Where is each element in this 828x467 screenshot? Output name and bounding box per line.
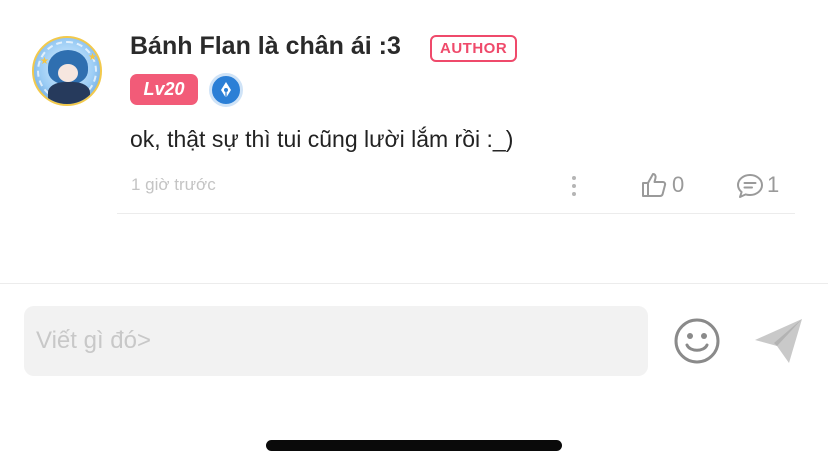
comment-bubble-icon[interactable]	[736, 172, 764, 200]
more-vertical-icon[interactable]	[564, 174, 584, 198]
avatar[interactable]: ★ ★	[32, 36, 102, 106]
avatar-face	[58, 64, 78, 82]
comment-input-placeholder: Viết gì đó>	[36, 327, 151, 354]
avatar-body	[48, 82, 90, 104]
thumbs-up-icon[interactable]	[640, 171, 668, 199]
author-name[interactable]: Bánh Flan là chân ái :3	[130, 32, 401, 61]
comment-timestamp: 1 giờ trước	[131, 175, 216, 194]
star-icon: ★	[40, 56, 49, 67]
comment-input[interactable]: Viết gì đó>	[24, 306, 648, 376]
author-badge: AUTHOR	[430, 35, 518, 62]
section-divider	[0, 283, 828, 284]
comment-text: ok, thật sự thì tui cũng lười lắm rồi :_…	[130, 126, 514, 152]
star-icon: ★	[88, 52, 97, 63]
send-icon[interactable]	[752, 316, 804, 366]
level-badge: Lv20	[130, 74, 198, 105]
reply-count: 1	[767, 172, 780, 197]
home-indicator	[266, 440, 562, 451]
smiley-icon[interactable]	[673, 317, 721, 365]
like-count: 0	[672, 172, 685, 197]
pen-nib-icon	[209, 73, 243, 107]
comment-divider	[117, 213, 795, 214]
